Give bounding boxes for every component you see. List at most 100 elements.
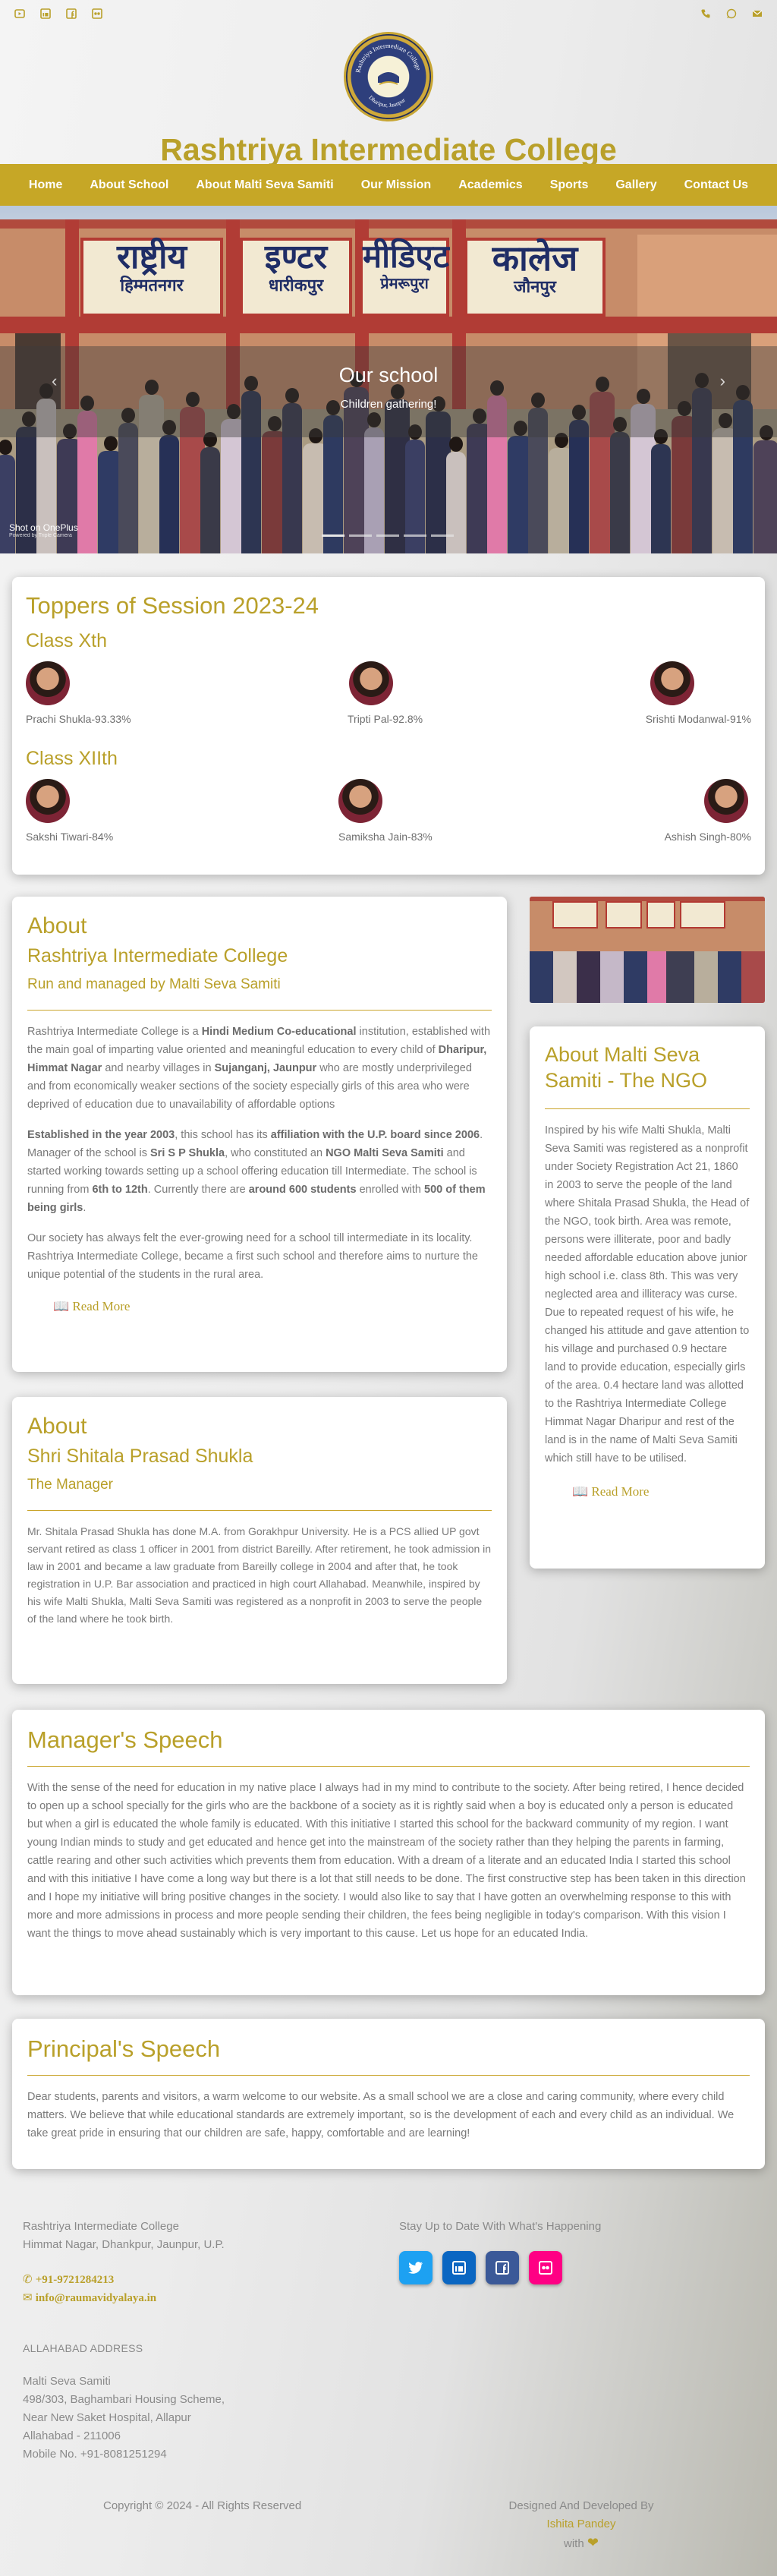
nav-our-mission[interactable]: Our Mission — [348, 178, 445, 192]
board-text-4: कालेज — [492, 238, 578, 279]
topper-name: Srishti Modanwal-91% — [645, 713, 751, 725]
topper-card: Samiksha Jain-83% — [338, 779, 433, 843]
ngo-heading: About Malti Seva Samiti - The NGO — [545, 1043, 708, 1092]
topper-name: Samiksha Jain-83% — [338, 831, 433, 843]
topper-card: Prachi Shukla-93.33% — [26, 661, 131, 725]
principal-speech-text: Dear students, parents and visitors, a w… — [27, 2091, 735, 2139]
phone-icon[interactable] — [700, 8, 712, 20]
svg-text:Dharipur, Jaunpur: Dharipur, Jaunpur — [367, 94, 407, 109]
class-10-heading: Class Xth — [26, 630, 107, 651]
heart-icon: ❤ — [587, 2535, 599, 2550]
principal-speech-card: Principal's Speech Dear students, parent… — [12, 2019, 765, 2169]
email-icon: ✉ — [23, 2291, 33, 2304]
footer-email[interactable]: ✉ info@raumavidyalaya.in — [23, 2289, 225, 2307]
nav-gallery[interactable]: Gallery — [602, 178, 670, 192]
nav-home[interactable]: Home — [15, 178, 76, 192]
student-photo — [338, 779, 382, 823]
topper-card: Srishti Modanwal-91% — [646, 661, 751, 725]
about-manager-card: About Shri Shitala Prasad Shukla The Man… — [12, 1397, 507, 1684]
allahabad-address: Malti Seva Samiti 498/303, Baghambari Ho… — [23, 2375, 225, 2461]
copyright: Copyright © 2024 - All Rights Reserved — [103, 2499, 302, 2512]
svg-text:Rashtriya Intermediate College: Rashtriya Intermediate College — [354, 42, 423, 74]
footer-stay-updated: Stay Up to Date With What's Happening — [399, 2220, 602, 2233]
carousel-caption: Our school Children gathering! — [0, 364, 777, 411]
topper-card: Ashish Singh-80% — [665, 779, 751, 843]
manager-bio: Mr. Shitala Prasad Shukla has done M.A. … — [27, 1525, 492, 1625]
read-more-button[interactable]: 📖 Read More — [572, 1484, 750, 1499]
carousel-indicator[interactable] — [349, 534, 372, 537]
toppers-card: Toppers of Session 2023-24 Class Xth Pra… — [12, 577, 765, 875]
carousel-indicator[interactable] — [322, 534, 344, 537]
topper-card: Sakshi Tiwari-84% — [26, 779, 113, 843]
topper-card: Tripti Pal-92.8% — [348, 661, 423, 725]
student-photo — [26, 779, 70, 823]
facebook-icon[interactable] — [65, 8, 77, 20]
book-icon: 📖 — [53, 1299, 70, 1313]
manager-speech-card: Manager's Speech With the sense of the n… — [12, 1710, 765, 1995]
nav-about-malti-seva-samiti[interactable]: About Malti Seva Samiti — [182, 178, 347, 192]
brand-header: Rashtriya Intermediate College Dharipur,… — [0, 27, 777, 168]
footer-address: Himmat Nagar, Dhankpur, Jaunpur, U.P. — [23, 2238, 225, 2251]
manager-heading: About — [27, 1414, 87, 1439]
student-photo — [703, 779, 748, 823]
nav-sports[interactable]: Sports — [536, 178, 602, 192]
toppers-title: Toppers of Session 2023-24 — [26, 592, 319, 619]
caption-subtitle: Children gathering! — [340, 398, 437, 411]
nav-about-school[interactable]: About School — [76, 178, 182, 192]
logo-text: Rashtriya Intermediate College — [354, 42, 423, 74]
linkedin-icon[interactable] — [442, 2251, 476, 2284]
social-links — [399, 2251, 601, 2284]
about-paragraph: Rashtriya Intermediate College is a Hind… — [27, 1026, 491, 1111]
about-heading: About — [27, 913, 87, 938]
board-text-3: मीडिएट — [363, 238, 449, 275]
twitter-icon[interactable] — [399, 2251, 433, 2284]
about-school-card: About Rashtriya Intermediate College Run… — [12, 897, 507, 1372]
carousel-indicator[interactable] — [404, 534, 426, 537]
site-title: Rashtriya Intermediate College — [160, 132, 617, 167]
about-paragraph: Our society has always felt the ever-gro… — [27, 1232, 478, 1281]
student-photo — [26, 661, 70, 705]
linkedin-icon[interactable] — [39, 8, 52, 20]
carousel-indicator[interactable] — [431, 534, 454, 537]
top-bar — [0, 0, 777, 27]
phone-icon: ✆ — [23, 2273, 33, 2286]
youtube-icon[interactable] — [14, 8, 26, 20]
student-photo — [349, 661, 393, 705]
board-text-2: इण्टर — [264, 238, 328, 276]
manager-role: The Manager — [27, 1477, 114, 1493]
book-icon: 📖 — [572, 1484, 589, 1499]
ngo-paragraph: Inspired by his wife Malti Shukla, Malti… — [545, 1124, 750, 1465]
site-footer: Rashtriya Intermediate College Himmat Na… — [0, 2206, 777, 2576]
nav-academics[interactable]: Academics — [445, 178, 536, 192]
college-logo[interactable]: Rashtriya Intermediate College Dharipur,… — [344, 32, 433, 121]
about-ngo-card: About Malti Seva Samiti - The NGO Inspir… — [530, 1026, 765, 1569]
hero-carousel[interactable]: राष्ट्रीय हिम्मतनगर इण्टर धारीकपुर मीडिएट प… — [0, 206, 777, 553]
read-more-button[interactable]: 📖 Read More — [53, 1299, 492, 1314]
allahabad-address-title: ALLAHABAD ADDRESS — [23, 2342, 143, 2354]
carousel-next-icon[interactable]: › — [720, 371, 725, 391]
carousel-indicator[interactable] — [376, 534, 399, 537]
school-thumbnail[interactable] — [530, 897, 765, 1003]
about-tagline: Run and managed by Malti Seva Samiti — [27, 976, 281, 992]
footer-phone[interactable]: ✆ +91-9721284213 — [23, 2271, 225, 2289]
footer-college-name: Rashtriya Intermediate College — [23, 2220, 179, 2233]
facebook-icon[interactable] — [486, 2251, 519, 2284]
topper-name: Tripti Pal-92.8% — [348, 713, 423, 725]
about-paragraph: Established in the year 2003, this schoo… — [27, 1129, 486, 1214]
topper-name: Prachi Shukla-93.33% — [26, 713, 131, 725]
nav-contact-us[interactable]: Contact Us — [671, 178, 762, 192]
email-icon[interactable] — [751, 8, 763, 20]
carousel-prev-icon[interactable]: ‹ — [52, 371, 57, 391]
main-nav: Home About School About Malti Seva Samiti O… — [0, 164, 777, 206]
topper-name: Sakshi Tiwari-84% — [26, 831, 114, 843]
carousel-indicators — [322, 534, 454, 537]
flickr-icon[interactable] — [529, 2251, 562, 2284]
topper-name: Ashish Singh-80% — [664, 831, 751, 843]
whatsapp-icon[interactable] — [725, 8, 738, 20]
manager-name: Shri Shitala Prasad Shukla — [27, 1446, 253, 1467]
flickr-icon[interactable] — [91, 8, 103, 20]
student-photo — [650, 661, 694, 705]
photo-watermark: Shot on OnePlus Powered by Triple Camera — [9, 522, 78, 538]
about-subheading: Rashtriya Intermediate College — [27, 945, 288, 966]
designer-name[interactable]: Ishita Pandey — [452, 2515, 710, 2533]
